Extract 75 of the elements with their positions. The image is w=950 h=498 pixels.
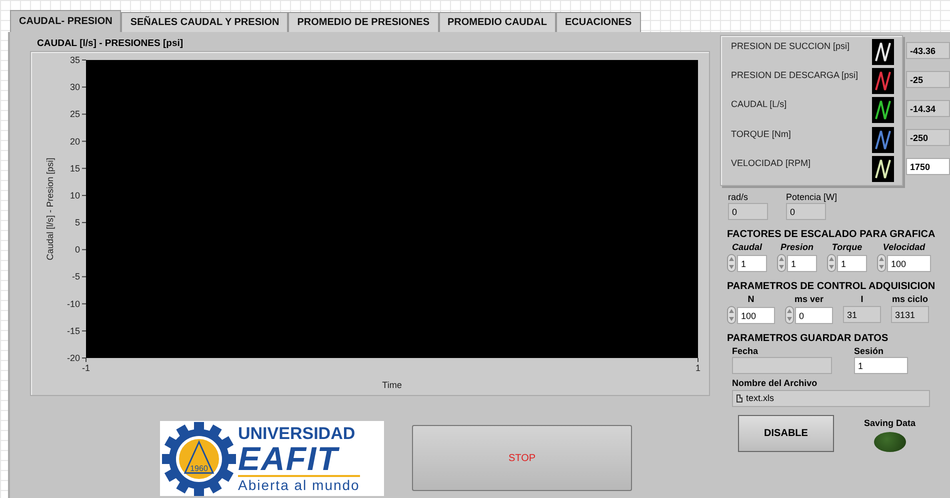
spinner-icon[interactable] — [727, 254, 736, 272]
number-field[interactable]: 1 — [837, 254, 867, 272]
field-label: I — [860, 294, 864, 305]
field-label: ms ver — [794, 294, 824, 305]
value-field[interactable]: 1750 — [906, 158, 950, 175]
y-tick-label: 15 — [70, 163, 80, 174]
y-tick-label: -20 — [66, 353, 80, 363]
led-label: Saving Data — [864, 418, 916, 429]
field-label: N — [748, 294, 754, 305]
field-label: Velocidad — [882, 242, 926, 253]
y-tick-label: -15 — [66, 326, 80, 336]
plot-line-icon[interactable] — [872, 39, 894, 65]
section-heading: PARAMETROS DE CONTROL ADQUISICION — [727, 281, 936, 292]
section-heading: PARAMETROS GUARDAR DATOS — [727, 333, 890, 344]
field-label: Torque — [832, 242, 862, 253]
x-axis-title: Time — [382, 380, 402, 390]
tab[interactable]: PROMEDIO CAUDAL — [438, 12, 556, 32]
value-field: 0 — [786, 203, 826, 220]
number-field[interactable]: 1 — [787, 254, 817, 272]
value-field: -25 — [906, 71, 950, 88]
tab[interactable]: CAUDAL- PRESION — [10, 10, 122, 32]
session-field[interactable]: 1 — [854, 357, 908, 374]
y-tick-label: 20 — [70, 136, 80, 146]
field-label: Potencia [W] — [786, 192, 838, 203]
legend-label: CAUDAL [L/s] — [731, 98, 787, 110]
value-field: -14.34 — [906, 100, 950, 117]
spinner-icon[interactable] — [785, 306, 794, 324]
tab[interactable]: SEÑALES CAUDAL Y PRESION — [121, 12, 288, 32]
spinner-icon[interactable] — [777, 254, 786, 272]
logo-slogan: Abierta al mundo — [238, 475, 360, 492]
number-field: 31 — [843, 306, 881, 323]
number-field[interactable]: 100 — [737, 306, 775, 324]
disable-button[interactable]: DISABLE — [738, 415, 834, 452]
y-tick-label: 5 — [74, 218, 80, 228]
spinner-icon[interactable] — [877, 254, 886, 272]
spinner-icon[interactable] — [827, 254, 836, 272]
y-tick-label: 0 — [74, 244, 80, 255]
x-tick-label: -1 — [82, 363, 90, 373]
number-field[interactable]: 0 — [795, 306, 833, 324]
file-icon — [736, 394, 743, 403]
field-label: Presion — [780, 242, 814, 253]
legend-label: TORQUE [Nm] — [731, 128, 791, 139]
logo-wordmark: EAFIT — [238, 442, 338, 475]
legend-label: PRESION DE DESCARGA [psi] — [731, 69, 858, 80]
graph-title: CAUDAL [l/s] - PRESIONES [psi] — [37, 38, 184, 50]
plot-line-icon[interactable] — [872, 97, 894, 124]
y-tick-label: 10 — [70, 190, 80, 200]
legend-label: VELOCIDAD [RPM] — [731, 156, 811, 168]
tab[interactable]: ECUACIONES — [556, 12, 641, 32]
field-label: ms ciclo — [892, 294, 928, 305]
y-tick-label: 30 — [70, 82, 80, 92]
plot-line-icon[interactable] — [872, 156, 894, 182]
field-label: Nombre del Archivo — [732, 378, 818, 389]
field-label: Fecha — [732, 346, 760, 357]
value-field: 0 — [728, 203, 768, 220]
y-tick-label: 35 — [70, 55, 80, 65]
y-tick-label: 25 — [70, 109, 80, 120]
field-label: Caudal — [732, 242, 762, 253]
number-field[interactable]: 1 — [737, 254, 767, 272]
legend-label: PRESION DE SUCCION [psi] — [731, 40, 850, 51]
spinner-icon[interactable] — [727, 306, 736, 324]
y-tick-label: -5 — [72, 272, 80, 282]
number-field: 3131 — [891, 306, 929, 323]
field-label: Sesión — [854, 346, 885, 357]
value-field: -43.36 — [906, 42, 950, 59]
y-tick-label: -10 — [66, 298, 80, 309]
value-field: -250 — [906, 129, 950, 146]
x-tick-label: 1 — [696, 363, 700, 373]
section-heading: FACTORES DE ESCALADO PARA GRAFICA — [727, 229, 936, 240]
number-field[interactable]: 100 — [887, 254, 931, 272]
field-label: rad/s — [728, 192, 750, 203]
file-path-field[interactable]: text.xls — [732, 390, 930, 407]
logo-text: UNIVERSIDAD — [238, 425, 356, 442]
tab[interactable]: PROMEDIO DE PRESIONES — [288, 12, 439, 32]
y-axis-title: Caudal [l/s] - Presion [psi] — [45, 158, 55, 260]
